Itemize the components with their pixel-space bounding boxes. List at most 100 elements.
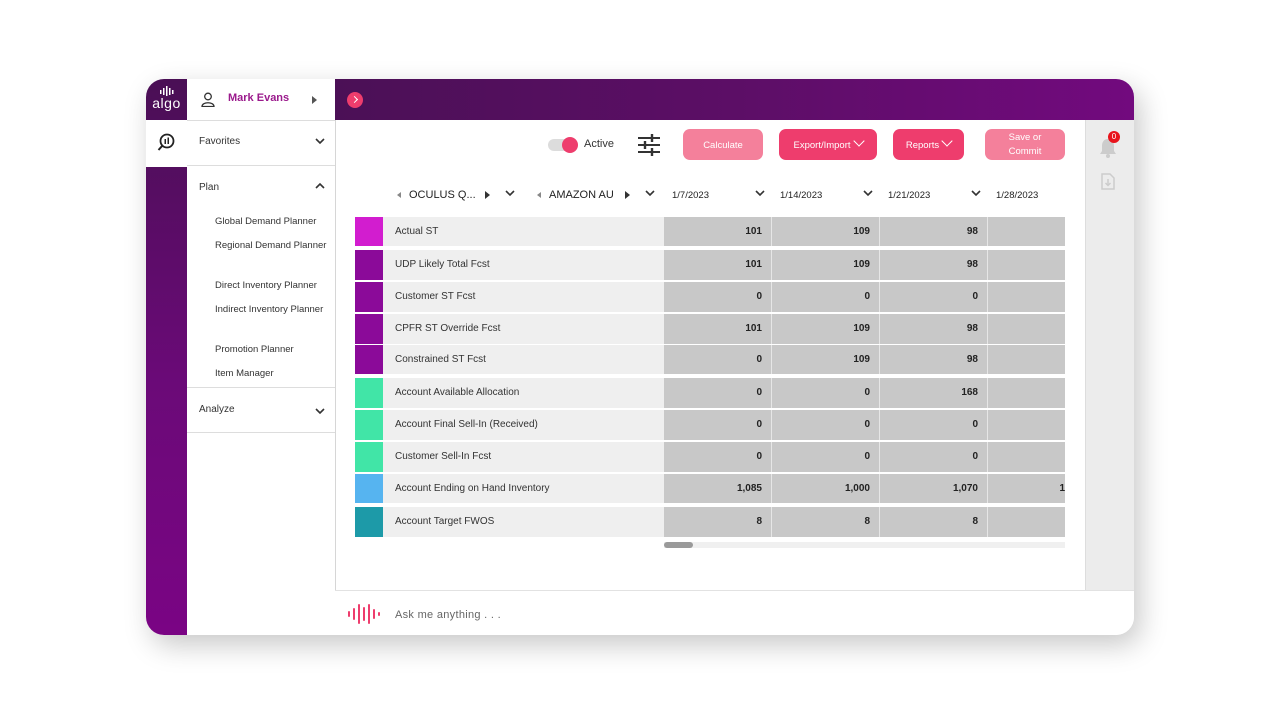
- value-cell[interactable]: 0: [772, 410, 880, 440]
- value-cell[interactable]: 1,070: [880, 474, 988, 503]
- value-cell[interactable]: 98: [880, 250, 988, 280]
- account-filter-header[interactable]: AMAZON AU: [523, 176, 665, 214]
- date-column-header[interactable]: 1/7/2023: [664, 176, 773, 214]
- value-cell[interactable]: 101: [664, 250, 772, 280]
- value-cell[interactable]: 0: [772, 442, 880, 472]
- nav-item-promotion-planner[interactable]: Promotion Planner: [215, 342, 330, 358]
- chevron-down-icon[interactable]: [645, 190, 655, 197]
- horizontal-scrollbar[interactable]: [664, 542, 1065, 548]
- reports-button[interactable]: Reports: [893, 129, 964, 160]
- user-menu[interactable]: Mark Evans: [187, 79, 335, 121]
- value-cell[interactable]: 0: [772, 282, 880, 312]
- value-cell[interactable]: 98: [880, 217, 988, 246]
- date-header-label: 1/7/2023: [672, 190, 709, 201]
- expand-sidebar-button[interactable]: [347, 92, 363, 108]
- chevron-down-icon[interactable]: [755, 190, 765, 197]
- date-header-label: 1/14/2023: [780, 190, 823, 201]
- value-cell[interactable]: 0: [664, 345, 772, 374]
- date-column-header[interactable]: 1/14/2023: [772, 176, 881, 214]
- value-cell[interactable]: 1,000: [772, 474, 880, 503]
- value-cell[interactable]: [988, 507, 1065, 537]
- value-cell[interactable]: 101: [664, 314, 772, 344]
- ask-input[interactable]: [393, 604, 797, 626]
- row-label: Actual ST: [395, 226, 439, 237]
- date-column-header[interactable]: 1/28/2023: [988, 176, 1065, 214]
- value-cell[interactable]: 0: [880, 410, 988, 440]
- chevron-down-icon[interactable]: [505, 190, 515, 197]
- value-cell[interactable]: 0: [664, 378, 772, 408]
- chevron-down-icon: [315, 408, 325, 415]
- row-color-swatch: [355, 442, 383, 472]
- value-cell[interactable]: [988, 217, 1065, 246]
- value-cell[interactable]: 0: [664, 410, 772, 440]
- value-cell[interactable]: 8: [772, 507, 880, 537]
- value-cell[interactable]: 8: [664, 507, 772, 537]
- nav-item-item-manager[interactable]: Item Manager: [215, 366, 330, 382]
- right-icon-column: 0: [1085, 120, 1134, 590]
- row-color-swatch: [355, 314, 383, 344]
- nav-section-analyze[interactable]: Analyze: [187, 388, 335, 433]
- nav-item-indirect-inventory-planner[interactable]: Indirect Inventory Planner: [215, 302, 330, 318]
- save-label-line1: Save or: [1008, 132, 1042, 143]
- account-filter-value: AMAZON AU: [549, 189, 614, 201]
- value-cell[interactable]: [988, 250, 1065, 280]
- chevron-down-icon[interactable]: [863, 190, 873, 197]
- save-commit-button[interactable]: Save or Commit: [985, 129, 1065, 160]
- voice-wave-icon[interactable]: [347, 603, 381, 625]
- value-cell[interactable]: 109: [772, 314, 880, 344]
- row-label: CPFR ST Override Fcst: [395, 323, 501, 334]
- value-cell[interactable]: 0: [664, 442, 772, 472]
- table-row: Account Available Allocation 0 0 168: [355, 378, 1065, 408]
- value-cell[interactable]: 8: [880, 507, 988, 537]
- row-color-swatch: [355, 282, 383, 312]
- row-label-cell: Constrained ST Fcst: [383, 345, 664, 374]
- value-cell[interactable]: 0: [880, 442, 988, 472]
- analytics-search-button[interactable]: [146, 120, 187, 167]
- chevron-down-icon[interactable]: [971, 190, 981, 197]
- export-import-button[interactable]: Export/Import: [779, 129, 877, 160]
- value-cell[interactable]: [988, 378, 1065, 408]
- row-color-swatch: [355, 345, 383, 374]
- value-cell[interactable]: 0: [664, 282, 772, 312]
- value-cell[interactable]: [988, 314, 1065, 344]
- value-cell[interactable]: 1,085: [664, 474, 772, 503]
- value-cell[interactable]: [988, 442, 1065, 472]
- filter-sliders-icon[interactable]: [637, 134, 661, 156]
- table-row: CPFR ST Override Fcst 101 109 98: [355, 314, 1065, 344]
- chevron-right-icon[interactable]: [485, 191, 490, 199]
- row-label-cell: Account Ending on Hand Inventory: [383, 474, 664, 503]
- chevron-down-icon: [941, 135, 953, 147]
- value-cell[interactable]: 1: [988, 474, 1065, 503]
- chevron-right-icon[interactable]: [625, 191, 630, 199]
- scrollbar-thumb[interactable]: [664, 542, 693, 548]
- value-cell[interactable]: 109: [772, 250, 880, 280]
- value-cell[interactable]: 109: [772, 217, 880, 246]
- nav-item-direct-inventory-planner[interactable]: Direct Inventory Planner: [215, 278, 330, 294]
- value-cell[interactable]: [988, 345, 1065, 374]
- value-cell[interactable]: [988, 410, 1065, 440]
- value-cell[interactable]: 101: [664, 217, 772, 246]
- value-cell[interactable]: 0: [772, 378, 880, 408]
- value-cell[interactable]: [988, 282, 1065, 312]
- brand-logo[interactable]: algo: [146, 79, 187, 120]
- nav-section-favorites[interactable]: Favorites: [187, 120, 335, 166]
- table-row: Customer ST Fcst 0 0 0: [355, 282, 1065, 312]
- active-toggle[interactable]: [548, 137, 578, 153]
- date-column-header[interactable]: 1/21/2023: [880, 176, 989, 214]
- value-cell[interactable]: 98: [880, 345, 988, 374]
- calculate-button[interactable]: Calculate: [683, 129, 763, 160]
- row-color-swatch: [355, 217, 383, 246]
- chevron-down-icon: [852, 135, 865, 147]
- value-cell[interactable]: 168: [880, 378, 988, 408]
- value-cell[interactable]: 98: [880, 314, 988, 344]
- nav-item-regional-demand-planner[interactable]: Regional Demand Planner: [215, 238, 330, 254]
- nav-section-plan[interactable]: Plan Global Demand Planner Regional Dema…: [187, 166, 335, 388]
- document-download-icon[interactable]: [1101, 173, 1115, 190]
- product-filter-header[interactable]: OCULUS Q...: [383, 176, 524, 214]
- nav-item-global-demand-planner[interactable]: Global Demand Planner: [215, 214, 330, 230]
- date-header-label: 1/21/2023: [888, 190, 931, 201]
- value-cell[interactable]: 109: [772, 345, 880, 374]
- table-row: Actual ST 101 109 98: [355, 217, 1065, 246]
- value-cell[interactable]: 0: [880, 282, 988, 312]
- save-label-line2: Commit: [1008, 146, 1042, 157]
